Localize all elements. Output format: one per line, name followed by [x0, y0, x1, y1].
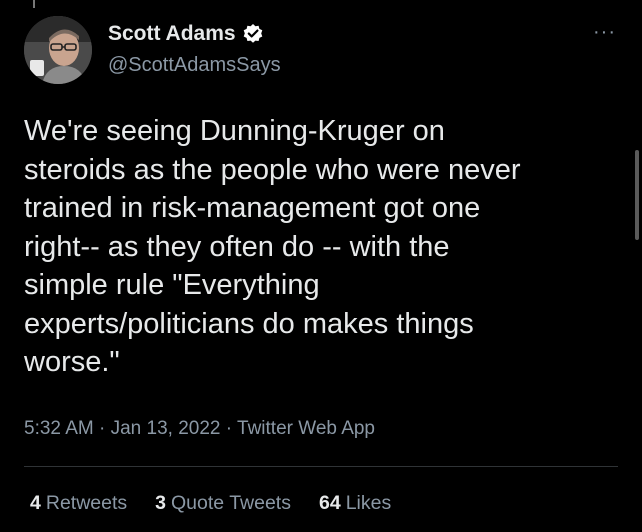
likes-count: 64 — [318, 492, 341, 514]
quote-tweets-count: 3 — [155, 492, 167, 514]
tweet-text: We're seeing Dunning-Kruger on steroids … — [24, 115, 521, 378]
more-options-icon[interactable]: ··· — [593, 22, 616, 42]
divider — [24, 466, 618, 467]
quote-tweets-stat[interactable]: 3 Quote Tweets — [155, 492, 291, 515]
window-edge-mark — [33, 0, 35, 8]
author-name-row[interactable]: Scott Adams — [108, 22, 264, 46]
engagement-stats: 4 Retweets 3 Quote Tweets 64 Likes — [30, 492, 391, 515]
author-display-name[interactable]: Scott Adams — [108, 22, 236, 46]
profile-photo-icon — [24, 16, 92, 84]
tweet-timestamp[interactable]: 5:32 AM · Jan 13, 2022 · Twitter Web App — [24, 418, 375, 440]
likes-label: Likes — [345, 492, 392, 514]
avatar[interactable] — [24, 16, 92, 84]
likes-stat[interactable]: 64 Likes — [319, 492, 391, 515]
author-handle[interactable]: @ScottAdamsSays — [108, 54, 281, 77]
scrollbar[interactable] — [635, 150, 639, 240]
quote-tweets-label: Quote Tweets — [171, 492, 291, 514]
verified-badge-icon — [242, 23, 264, 45]
retweets-count: 4 — [30, 492, 41, 514]
retweets-stat[interactable]: 4 Retweets — [30, 492, 127, 515]
retweets-label: Retweets — [45, 492, 128, 514]
